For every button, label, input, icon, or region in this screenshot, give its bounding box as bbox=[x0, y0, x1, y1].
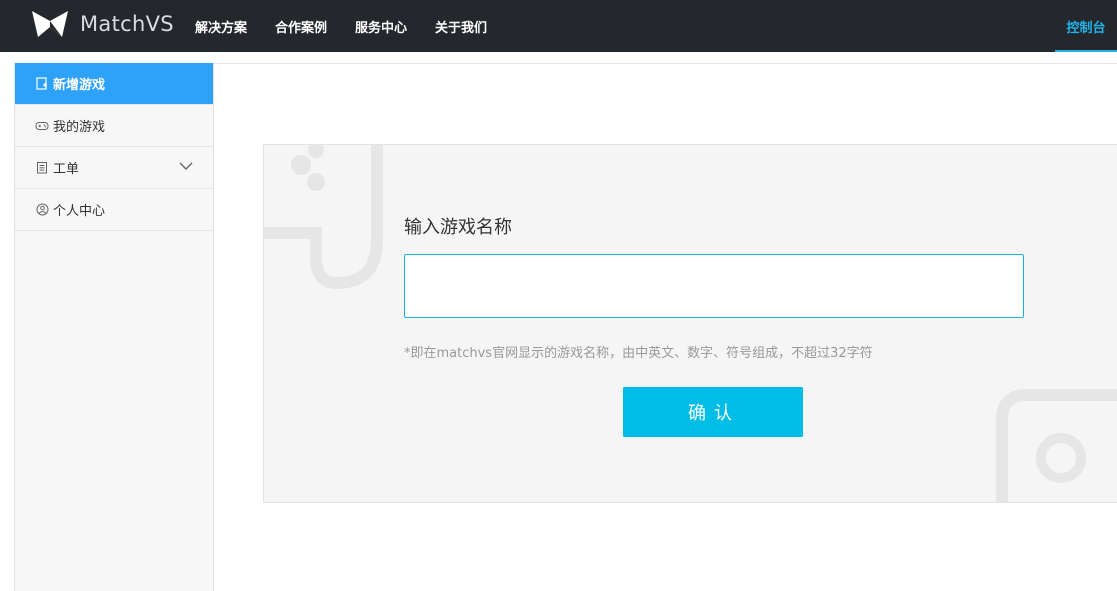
console-active-indicator bbox=[1055, 50, 1117, 52]
console-link[interactable]: 控制台 bbox=[1055, 0, 1117, 52]
nav-service-center[interactable]: 服务中心 bbox=[355, 17, 407, 36]
sidebar-item-profile[interactable]: 个人中心 bbox=[15, 189, 213, 231]
nav-about-us[interactable]: 关于我们 bbox=[435, 17, 487, 36]
main-nav: 解决方案 合作案例 服务中心 关于我们 bbox=[195, 0, 515, 52]
content-divider bbox=[214, 63, 1117, 64]
logo-icon bbox=[32, 11, 68, 37]
logo-text: MatchVS bbox=[80, 12, 174, 36]
chevron-down-icon[interactable] bbox=[179, 160, 193, 175]
top-nav-bar: MatchVS 解决方案 合作案例 服务中心 关于我们 控制台 bbox=[0, 0, 1117, 52]
clipboard-icon bbox=[35, 161, 49, 175]
sidebar-item-my-games[interactable]: 我的游戏 bbox=[15, 105, 213, 147]
sidebar-item-label: 新增游戏 bbox=[53, 78, 106, 93]
sidebar-item-tickets[interactable]: 工单 bbox=[15, 147, 213, 189]
sidebar-item-label: 个人中心 bbox=[53, 204, 106, 219]
user-circle-icon bbox=[35, 203, 49, 217]
sidebar-item-new-game[interactable]: 新增游戏 bbox=[15, 63, 213, 105]
nav-cases[interactable]: 合作案例 bbox=[275, 17, 327, 36]
gamepad-watermark bbox=[264, 145, 1117, 502]
new-doc-icon bbox=[35, 77, 49, 91]
sidebar-item-label: 工单 bbox=[53, 162, 80, 177]
game-name-hint: *即在matchvs官网显示的游戏名称，由中英文、数字、符号组成，不超过32字符 bbox=[404, 346, 873, 361]
matchvs-logo[interactable]: MatchVS bbox=[30, 9, 174, 39]
nav-solutions[interactable]: 解决方案 bbox=[195, 17, 247, 36]
gamepad-icon bbox=[35, 119, 49, 133]
game-name-input[interactable] bbox=[404, 254, 1024, 318]
sidebar-item-label: 我的游戏 bbox=[53, 120, 106, 135]
sidebar: 新增游戏 我的游戏 工单 个人中心 bbox=[14, 63, 214, 591]
game-name-label: 输入游戏名称 bbox=[404, 217, 512, 238]
confirm-button[interactable]: 确认 bbox=[623, 387, 803, 437]
console-label: 控制台 bbox=[1066, 20, 1106, 36]
new-game-card: 输入游戏名称 *即在matchvs官网显示的游戏名称，由中英文、数字、符号组成，… bbox=[263, 144, 1117, 503]
